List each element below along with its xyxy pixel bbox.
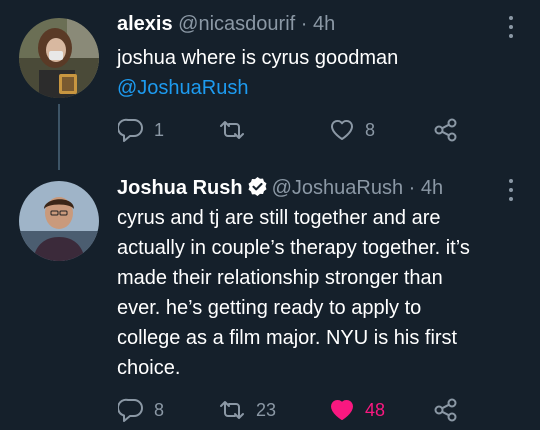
reply-icon [118, 398, 143, 422]
tweet-alexis[interactable]: alexis @nicasdourif · 4h joshua where is… [0, 0, 540, 170]
tweet-header: Joshua Rush @JoshuaRush · 4h [117, 176, 443, 203]
like-button[interactable]: 8 [329, 118, 375, 142]
tweet-text: joshua where is cyrus goodman @JoshuaRus… [117, 43, 398, 103]
retweet-button[interactable] [218, 119, 246, 141]
mention-link[interactable]: @JoshuaRush [117, 73, 398, 103]
avatar-alexis[interactable] [19, 18, 99, 98]
avatar-photo-icon [19, 181, 99, 261]
reply-count: 8 [154, 399, 165, 420]
retweet-count: 23 [256, 399, 277, 420]
avatar-joshua-rush[interactable] [19, 181, 99, 261]
tweet-joshua-rush[interactable]: Joshua Rush @JoshuaRush · 4h cyrus and tj… [0, 170, 540, 430]
like-count: 8 [365, 119, 376, 140]
share-icon [434, 118, 457, 142]
reply-button[interactable]: 8 [118, 398, 164, 422]
verified-badge-icon [247, 176, 268, 203]
avatar-photo-icon [19, 18, 99, 98]
separator-dot: · [300, 13, 308, 35]
share-icon [434, 398, 457, 422]
heart-icon [330, 119, 354, 140]
tweet-text-line: cyrus and tj are still together and are [117, 207, 441, 229]
timestamp[interactable]: 4h [421, 177, 443, 199]
reply-button[interactable]: 1 [118, 118, 164, 142]
retweet-button[interactable]: 23 [218, 399, 276, 421]
display-name[interactable]: Joshua Rush [117, 177, 243, 199]
share-button[interactable] [433, 398, 459, 422]
user-handle[interactable]: @JoshuaRush [272, 177, 403, 199]
retweet-icon [220, 401, 244, 419]
tweet-text-line: actually in couple’s therapy together. i… [117, 237, 470, 259]
tweet-text-line: ever. he’s getting ready to apply to [117, 297, 422, 319]
share-button[interactable] [433, 118, 459, 142]
tweet-text-line: choice. [117, 357, 181, 379]
display-name[interactable]: alexis [117, 13, 173, 35]
reply-count: 1 [154, 119, 165, 140]
user-handle[interactable]: @nicasdourif [178, 13, 295, 35]
tweet-text: cyrus and tj are still together and are … [117, 203, 470, 383]
more-icon[interactable] [506, 16, 516, 42]
like-button[interactable]: 48 [329, 398, 385, 422]
tweet-text-line: made their relationship stronger than [117, 267, 443, 289]
separator-dot: · [408, 177, 416, 199]
tweet-text-line: joshua where is cyrus goodman [117, 47, 399, 69]
reply-icon [118, 118, 143, 142]
tweet-header: alexis @nicasdourif · 4h [117, 13, 335, 36]
like-count: 48 [365, 399, 386, 420]
heart-icon [330, 399, 354, 420]
tweet-text-line: college as a film major. NYU is his firs… [117, 327, 458, 349]
retweet-icon [220, 121, 244, 139]
timestamp[interactable]: 4h [313, 13, 335, 35]
more-icon[interactable] [506, 179, 516, 205]
